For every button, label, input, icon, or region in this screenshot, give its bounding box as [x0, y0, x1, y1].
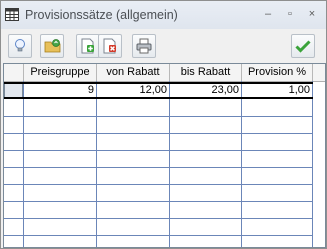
minimize-button[interactable]: – — [259, 7, 277, 21]
add-record-button[interactable] — [76, 34, 100, 58]
column-header-provision[interactable]: Provision % — [242, 64, 313, 81]
table-icon — [5, 8, 19, 21]
grid-header: Preisgruppe von Rabatt bis Rabatt Provis… — [4, 64, 325, 82]
grid-line — [312, 81, 313, 247]
grid-line — [4, 218, 313, 219]
grid-line — [4, 167, 313, 168]
maximize-button[interactable]: ▫ — [281, 7, 299, 21]
window-title: Provisionssätze (allgemein) — [25, 8, 178, 22]
confirm-button[interactable] — [291, 34, 315, 58]
grid-line — [4, 201, 313, 202]
help-button[interactable] — [8, 34, 32, 58]
dialog-window: Provisionssätze (allgemein) – ▫ × Preisg… — [0, 0, 327, 249]
grid-line — [169, 81, 170, 247]
close-button[interactable]: × — [303, 7, 321, 21]
grid-line — [4, 184, 313, 185]
grid-line — [23, 81, 24, 247]
column-header-von-rabatt[interactable]: von Rabatt — [97, 64, 170, 81]
header-corner — [4, 64, 24, 81]
grid-line — [4, 150, 313, 151]
refresh-button[interactable] — [40, 34, 64, 58]
cell-provision[interactable]: 1,00 — [242, 82, 313, 99]
cell-bis-rabatt[interactable]: 23,00 — [170, 82, 242, 99]
title-bar[interactable]: Provisionssätze (allgemein) – ▫ × — [1, 1, 326, 29]
grid-line — [4, 116, 313, 117]
print-button[interactable] — [132, 34, 156, 58]
grid-line — [4, 133, 313, 134]
cell-von-rabatt[interactable]: 12,00 — [97, 82, 170, 99]
grid-line — [241, 81, 242, 247]
cell-preisgruppe[interactable]: 9 — [24, 82, 97, 99]
toolbar — [1, 30, 326, 63]
column-header-preisgruppe[interactable]: Preisgruppe — [24, 64, 97, 81]
delete-record-button[interactable] — [98, 34, 122, 58]
column-header-bis-rabatt[interactable]: bis Rabatt — [170, 64, 242, 81]
data-grid[interactable]: Preisgruppe von Rabatt bis Rabatt Provis… — [3, 63, 326, 248]
grid-line — [4, 235, 313, 236]
grid-line — [96, 81, 97, 247]
